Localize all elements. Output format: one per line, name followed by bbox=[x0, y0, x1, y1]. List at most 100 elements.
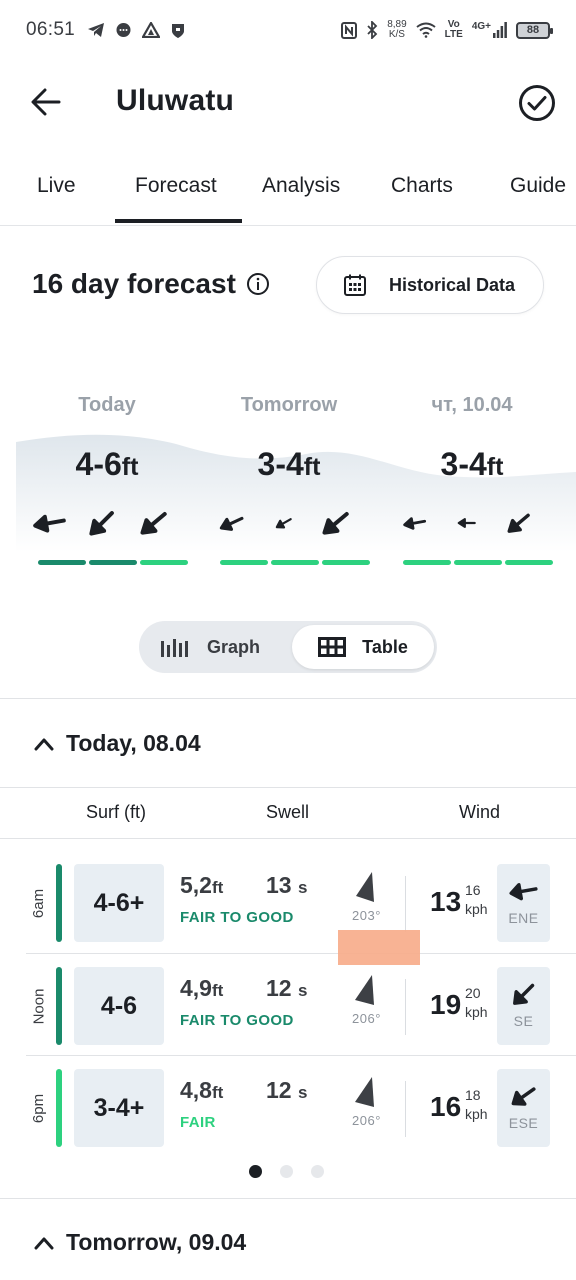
day-label: чт, 10.04 bbox=[431, 394, 513, 416]
row-time-label: 6pm bbox=[30, 1093, 48, 1123]
swell-period: 12 s bbox=[266, 1077, 307, 1104]
swell-direction-degrees: 206° bbox=[352, 1113, 381, 1128]
swell-arrow bbox=[499, 508, 539, 543]
swell-height: 5,2ft bbox=[180, 872, 223, 899]
day-height-value: 4-6 bbox=[75, 446, 122, 482]
bluetooth-icon bbox=[366, 21, 378, 39]
arrow-left-icon bbox=[31, 88, 61, 116]
shield-icon bbox=[170, 22, 186, 39]
table-toggle-button[interactable]: Table bbox=[292, 625, 434, 669]
tab-forecast[interactable]: Forecast bbox=[135, 174, 217, 198]
swell-arrow-icon bbox=[322, 512, 349, 535]
day-height-value: 3-4 bbox=[257, 446, 304, 482]
swell-height-value: 4,8 bbox=[180, 1077, 212, 1103]
volte-bottom: LTE bbox=[444, 29, 463, 40]
forecast-title-text: 16 day forecast bbox=[32, 268, 236, 299]
swell-period: 12 s bbox=[266, 975, 307, 1002]
rating-segment bbox=[38, 560, 86, 565]
section-divider bbox=[0, 1198, 576, 1199]
wind-direction-box: ESE bbox=[497, 1069, 550, 1147]
wind-gust: 18 bbox=[465, 1087, 481, 1103]
tomorrow-section-toggle[interactable]: Tomorrow, 09.04 bbox=[34, 1229, 246, 1256]
rating-bar bbox=[56, 967, 62, 1045]
surf-column-header: Surf (ft) bbox=[86, 802, 147, 822]
graph-toggle-button[interactable]: Graph bbox=[161, 621, 260, 673]
wind-arrow-icon bbox=[513, 983, 535, 1005]
swell-direction-degrees: 203° bbox=[352, 908, 381, 923]
swell-arrow-icon bbox=[219, 516, 244, 531]
tab-charts[interactable]: Charts bbox=[391, 174, 453, 198]
swell-direction-icon bbox=[355, 1077, 374, 1107]
wind-arrow-icon bbox=[511, 1087, 536, 1106]
wind-speed: 19 bbox=[430, 989, 462, 1020]
network-speed-unit: K/S bbox=[388, 29, 405, 40]
historical-data-button[interactable]: Historical Data bbox=[316, 256, 544, 314]
info-icon[interactable] bbox=[246, 272, 270, 296]
page-dot[interactable] bbox=[280, 1165, 293, 1178]
wind-unit: kph bbox=[465, 1106, 488, 1122]
page-dot[interactable] bbox=[311, 1165, 324, 1178]
row-divider bbox=[26, 1055, 576, 1056]
battery-level: 88 bbox=[526, 24, 540, 36]
table-grid-icon bbox=[318, 637, 347, 657]
wind-column-header: Wind bbox=[459, 802, 501, 822]
rating-text: FAIR bbox=[180, 1114, 216, 1131]
swell-arrow bbox=[134, 508, 174, 543]
row-divider bbox=[26, 953, 576, 954]
day-card-tomorrow[interactable]: Tomorrow 3-4ft bbox=[204, 380, 374, 580]
day-height-value: 3-4 bbox=[440, 446, 487, 482]
rating-text: FAIR TO GOOD bbox=[180, 909, 294, 926]
active-tab-indicator bbox=[115, 219, 242, 223]
row-time: 6am bbox=[24, 864, 54, 942]
bar-chart-icon bbox=[161, 639, 188, 657]
graph-toggle-label: Graph bbox=[207, 636, 261, 657]
tab-live[interactable]: Live bbox=[37, 174, 76, 198]
chat-icon bbox=[115, 22, 132, 39]
wind-unit: kph bbox=[465, 901, 488, 917]
day-wave-height: 4-6ft bbox=[22, 446, 192, 483]
swell-period-unit: s bbox=[297, 981, 308, 1000]
day-card-today[interactable]: Today 4-6ft bbox=[22, 380, 192, 580]
chevron-up-icon bbox=[34, 738, 54, 750]
swell-height-unit: ft bbox=[211, 981, 224, 1000]
forecast-row[interactable]: Noon 4-6 4,9ft 12 s FAIR TO GOOD 206° 19… bbox=[0, 967, 576, 1069]
favorite-check-button[interactable] bbox=[518, 84, 556, 122]
day-swell-arrows bbox=[395, 508, 551, 538]
wind-direction-box: ENE bbox=[497, 864, 550, 942]
swell-height-value: 4,9 bbox=[180, 975, 212, 1001]
day-swell-arrows bbox=[30, 508, 186, 538]
row-time: 6pm bbox=[24, 1069, 54, 1147]
swell-period-unit: s bbox=[297, 878, 308, 897]
today-section-toggle[interactable]: Today, 08.04 bbox=[34, 730, 201, 757]
wind-direction-label: ENE bbox=[508, 910, 539, 926]
column-separator bbox=[405, 876, 406, 932]
battery-icon: 88 bbox=[516, 21, 553, 39]
swell-arrow-icon bbox=[507, 513, 530, 533]
table-toggle-label: Table bbox=[362, 636, 408, 657]
swell-period-unit: s bbox=[297, 1083, 308, 1102]
rating-segment bbox=[403, 560, 451, 565]
swell-arrow bbox=[316, 508, 356, 543]
wind-direction-box: SE bbox=[497, 967, 550, 1045]
forecast-row[interactable]: 6pm 3-4+ 4,8ft 12 s FAIR 206° 16 18 kph … bbox=[0, 1069, 576, 1171]
tab-analysis[interactable]: Analysis bbox=[262, 174, 340, 198]
swell-height: 4,8ft bbox=[180, 1077, 223, 1104]
page-dot[interactable] bbox=[249, 1165, 262, 1178]
forecast-row[interactable]: 6am 4-6+ 5,2ft 13 s FAIR TO GOOD 203° 13… bbox=[0, 864, 576, 966]
column-separator bbox=[405, 979, 406, 1035]
today-section-title: Today, 08.04 bbox=[66, 730, 201, 756]
row-time-label: Noon bbox=[30, 988, 48, 1024]
day-card-thursday[interactable]: чт, 10.04 3-4ft bbox=[387, 380, 557, 580]
check-circle-icon bbox=[519, 85, 555, 121]
telegram-icon bbox=[87, 22, 105, 38]
row-time-label: 6am bbox=[30, 888, 48, 918]
swell-direction-icon bbox=[355, 975, 374, 1005]
rating-segment bbox=[271, 560, 319, 565]
surf-height: 3-4+ bbox=[74, 1069, 164, 1147]
tab-guide[interactable]: Guide bbox=[510, 174, 566, 198]
day-height-unit: ft bbox=[486, 453, 504, 481]
surf-height: 4-6 bbox=[74, 967, 164, 1045]
back-button[interactable] bbox=[28, 84, 64, 120]
chevron-up-icon bbox=[34, 1237, 54, 1249]
swell-direction-degrees: 206° bbox=[352, 1011, 381, 1026]
